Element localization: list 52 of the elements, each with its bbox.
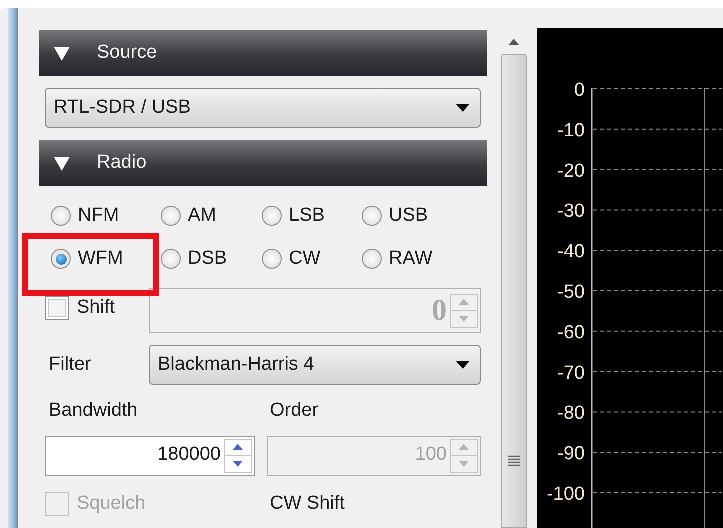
axis-label: -80 [558, 403, 585, 424]
radio-button[interactable] [161, 249, 181, 269]
radio-button[interactable] [161, 206, 181, 226]
mode-label: DSB [188, 246, 228, 271]
axis-label: -30 [558, 201, 585, 222]
radio-button[interactable] [262, 249, 282, 269]
mode-label: RAW [389, 246, 433, 271]
order-label: Order [270, 399, 319, 423]
mode-label: NFM [78, 204, 120, 228]
spin-down-icon[interactable] [233, 460, 243, 467]
radio-button[interactable] [262, 206, 282, 226]
grip-icon [508, 455, 520, 467]
radio-header[interactable]: Radio [39, 140, 487, 186]
dropdown-arrow-icon [456, 361, 470, 369]
axis-label: 0 [574, 80, 585, 101]
device-dropdown[interactable]: RTL-SDR / USB [45, 88, 481, 128]
radio-button[interactable] [362, 249, 382, 269]
axis-label: -70 [558, 362, 585, 384]
order-field: 100 [267, 436, 481, 476]
shift-checkbox[interactable] [45, 296, 69, 320]
scroll-up-icon[interactable] [508, 38, 520, 46]
axis-label: -100 [546, 484, 585, 505]
axis-label: -40 [558, 242, 585, 263]
radio-button[interactable] [51, 249, 71, 269]
cw-shift-label: CW Shift [270, 492, 345, 516]
filter-dropdown[interactable]: Blackman-Harris 4 [149, 345, 481, 385]
radio-button[interactable] [362, 206, 382, 226]
mode-label: CW [289, 246, 321, 271]
mode-label: LSB [289, 204, 325, 228]
collapse-icon[interactable] [53, 154, 71, 172]
axis-label: -90 [558, 444, 585, 465]
filter-label: Filter [49, 352, 92, 377]
mode-label: WFM [78, 246, 124, 271]
dropdown-arrow-icon [456, 104, 470, 112]
scrollbar-thumb[interactable] [501, 54, 527, 528]
axis-label: -10 [558, 120, 585, 142]
axis-label: -50 [558, 282, 585, 303]
bandwidth-field[interactable]: 180000 [45, 436, 255, 476]
mode-label: AM [188, 204, 216, 228]
section-title: Source [97, 40, 158, 65]
axis-label: -60 [558, 322, 585, 344]
squelch-label: Squelch [77, 492, 146, 516]
collapse-icon[interactable] [53, 44, 71, 62]
mode-label: USB [389, 204, 428, 228]
bandwidth-label: Bandwidth [49, 399, 139, 423]
radio-button[interactable] [51, 206, 71, 226]
shift-field: 0 [149, 288, 481, 333]
axis-label: -20 [558, 160, 585, 182]
section-title: Radio [97, 150, 147, 175]
shift-label: Shift [77, 296, 116, 320]
spin-up-icon[interactable] [233, 444, 243, 450]
source-header[interactable]: Source [39, 30, 487, 76]
